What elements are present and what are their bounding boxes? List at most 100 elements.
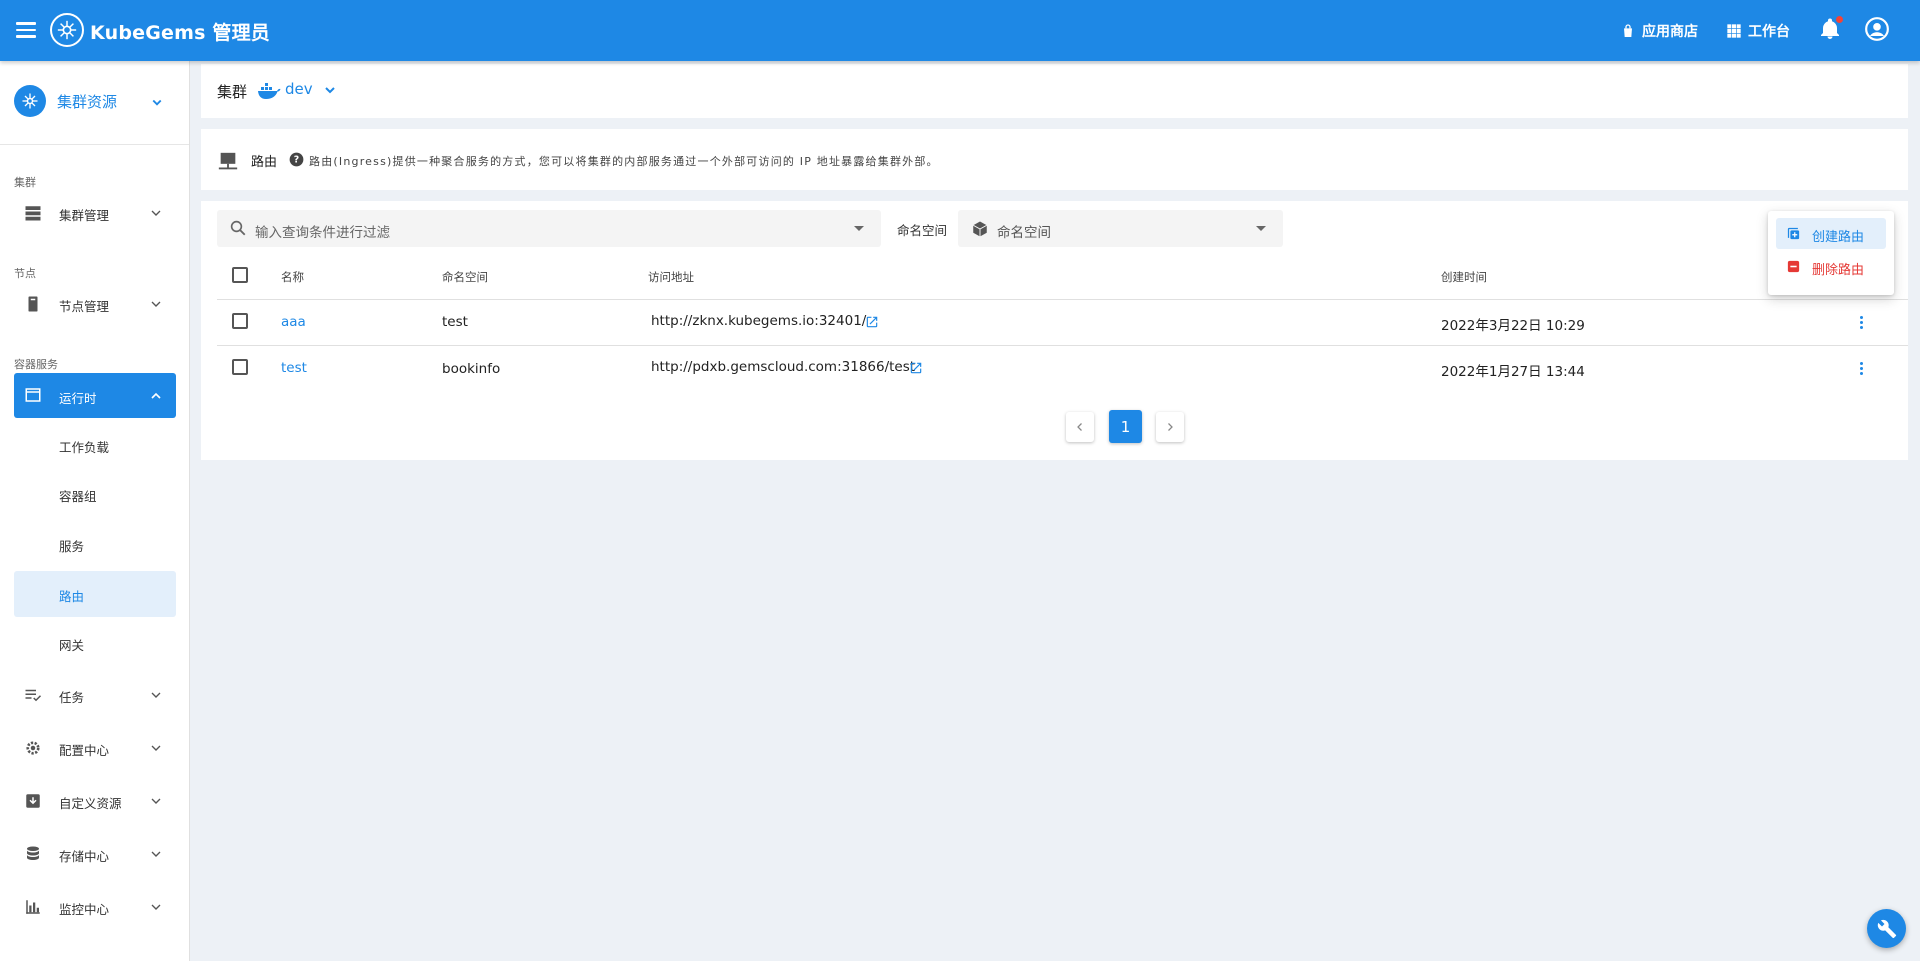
chevron-up-icon (151, 392, 161, 399)
chevron-down-icon (151, 210, 161, 216)
cluster-resource-title: 集群资源 (57, 93, 118, 111)
row-more-icon[interactable] (1852, 359, 1870, 377)
add-box-icon (1787, 227, 1800, 240)
chevron-down-icon (325, 87, 335, 94)
window-icon (25, 388, 41, 402)
open-in-new-icon (866, 316, 878, 328)
top-app-bar: KubeGems 管理员 应用商店 工作台 (0, 0, 1920, 61)
row-more-icon[interactable] (1852, 313, 1870, 331)
notifications-button[interactable] (1818, 15, 1843, 45)
address-cell: http://zknx.kubegems.io:32401/ (651, 313, 867, 329)
section-label-cluster: 集群 (14, 176, 36, 189)
column-header-address: 访问地址 (648, 270, 694, 284)
search-icon (230, 220, 246, 236)
sidebar-item-label: 任务 (59, 690, 85, 705)
chevron-down-icon (151, 692, 161, 698)
sidebar-item-label: 网关 (59, 638, 85, 653)
task-list-icon (25, 689, 42, 702)
sidebar-item-node-manage[interactable]: 节点管理 (14, 284, 176, 324)
cluster-label: 集群 (217, 83, 248, 101)
app-store-link[interactable]: 应用商店 (1620, 21, 1698, 41)
account-icon[interactable] (1864, 16, 1890, 46)
sidebar-item-label: 运行时 (59, 391, 97, 406)
chevron-down-icon (151, 798, 161, 804)
sidebar-item-label: 工作负载 (59, 440, 110, 455)
app-store-label: 应用商店 (1642, 23, 1698, 40)
created-cell: 2022年3月22日 10:29 (1441, 318, 1585, 334)
chevron-down-icon (151, 851, 161, 857)
tools-fab-button[interactable] (1867, 909, 1906, 948)
namespace-label: 命名空间 (897, 223, 948, 238)
cluster-env-select[interactable]: dev (285, 80, 313, 98)
dropdown-arrow-icon (854, 226, 864, 231)
search-input[interactable]: 输入查询条件进行过滤 (217, 210, 881, 247)
sidebar-item-job[interactable]: 任务 (14, 675, 176, 715)
create-ingress-label: 创建路由 (1812, 230, 1865, 245)
cluster-resource-switcher[interactable]: 集群资源 (0, 61, 189, 145)
table-divider (217, 299, 1908, 300)
sidebar-item-cluster-manage[interactable]: 集群管理 (14, 193, 176, 233)
row-checkbox[interactable] (232, 359, 248, 375)
sidebar-item-crd[interactable]: 自定义资源 (14, 781, 176, 821)
chevron-down-icon (152, 99, 162, 106)
namespace-select[interactable]: 命名空间 (958, 210, 1283, 247)
chevron-down-icon (151, 301, 161, 307)
database-icon (27, 846, 39, 860)
help-icon: ? (289, 152, 304, 167)
search-placeholder: 输入查询条件进行过滤 (255, 225, 390, 241)
menu-icon[interactable] (14, 18, 38, 42)
grid-icon (1727, 23, 1741, 38)
node-icon (28, 296, 38, 312)
open-in-new-icon (910, 362, 922, 374)
next-page-button[interactable] (1156, 412, 1184, 442)
create-ingress-button[interactable]: 创建路由 (1776, 218, 1886, 249)
section-label-container: 容器服务 (14, 358, 58, 371)
sidebar-item-gateway[interactable]: 网关 (14, 621, 176, 665)
sidebar-item-config[interactable]: 配置中心 (14, 728, 176, 768)
table-divider (217, 345, 1908, 346)
dropdown-arrow-icon (1256, 226, 1266, 231)
select-all-checkbox[interactable] (232, 267, 248, 283)
wrench-icon (1877, 919, 1896, 938)
sidebar-item-ingress[interactable]: 路由 (14, 571, 176, 617)
sidebar-item-monitor[interactable]: 监控中心 (14, 887, 176, 927)
sidebar-item-workload[interactable]: 工作负载 (14, 423, 176, 467)
sidebar-item-runtime[interactable]: 运行时 (14, 373, 176, 418)
network-icon (218, 152, 238, 170)
sidebar-item-storage[interactable]: 存储中心 (14, 834, 176, 874)
row-checkbox[interactable] (232, 313, 248, 329)
column-header-created: 创建时间 (1441, 270, 1487, 284)
notification-dot (1836, 15, 1843, 23)
ingress-table-card: 输入查询条件进行过滤 命名空间 命名空间 名称 命名空间 访问地址 创建时间 a… (201, 201, 1908, 460)
ingress-info-bar: 路由 ? 路由(Ingress)提供一种聚合服务的方式，您可以将集群的内部服务通… (201, 129, 1908, 190)
kubernetes-icon (14, 85, 46, 117)
page-button-current[interactable]: 1 (1109, 410, 1142, 443)
sidebar-item-service[interactable]: 服务 (14, 522, 176, 566)
namespace-cell: bookinfo (442, 361, 501, 377)
sidebar-item-label: 容器组 (59, 489, 97, 504)
sidebar-item-pod[interactable]: 容器组 (14, 472, 176, 516)
workbench-label: 工作台 (1748, 23, 1790, 40)
svg-text:?: ? (294, 155, 299, 166)
shopping-bag-icon (1624, 23, 1632, 37)
page-title: 路由 (251, 155, 278, 170)
sidebar-item-label: 路由 (59, 589, 85, 604)
page-description: 路由(Ingress)提供一种聚合服务的方式，您可以将集群的内部服务通过一个外部… (309, 155, 939, 168)
cluster-selector-bar: 集群 dev (201, 64, 1908, 118)
ingress-name-link[interactable]: aaa (281, 314, 306, 330)
prev-page-button[interactable] (1066, 412, 1094, 442)
created-cell: 2022年1月27日 13:44 (1441, 364, 1585, 380)
app-title: KubeGems 管理员 (90, 22, 271, 44)
sidebar-item-label: 存储中心 (59, 849, 110, 864)
delete-ingress-button[interactable]: 删除路由 (1776, 251, 1886, 282)
sidebar: 集群资源 集群 集群管理 节点 节点管理 容器服务 运行时 工作负载 容器组 服… (0, 61, 190, 961)
workbench-link[interactable]: 工作台 (1726, 21, 1790, 41)
ingress-name-link[interactable]: test (281, 360, 307, 376)
action-menu: 创建路由 删除路由 (1768, 211, 1894, 295)
sidebar-item-label: 自定义资源 (59, 796, 122, 811)
server-icon (25, 206, 41, 221)
kubegems-logo-icon (50, 13, 84, 47)
column-header-name: 名称 (281, 270, 304, 284)
namespace-placeholder: 命名空间 (997, 225, 1051, 241)
docker-icon (258, 83, 281, 99)
